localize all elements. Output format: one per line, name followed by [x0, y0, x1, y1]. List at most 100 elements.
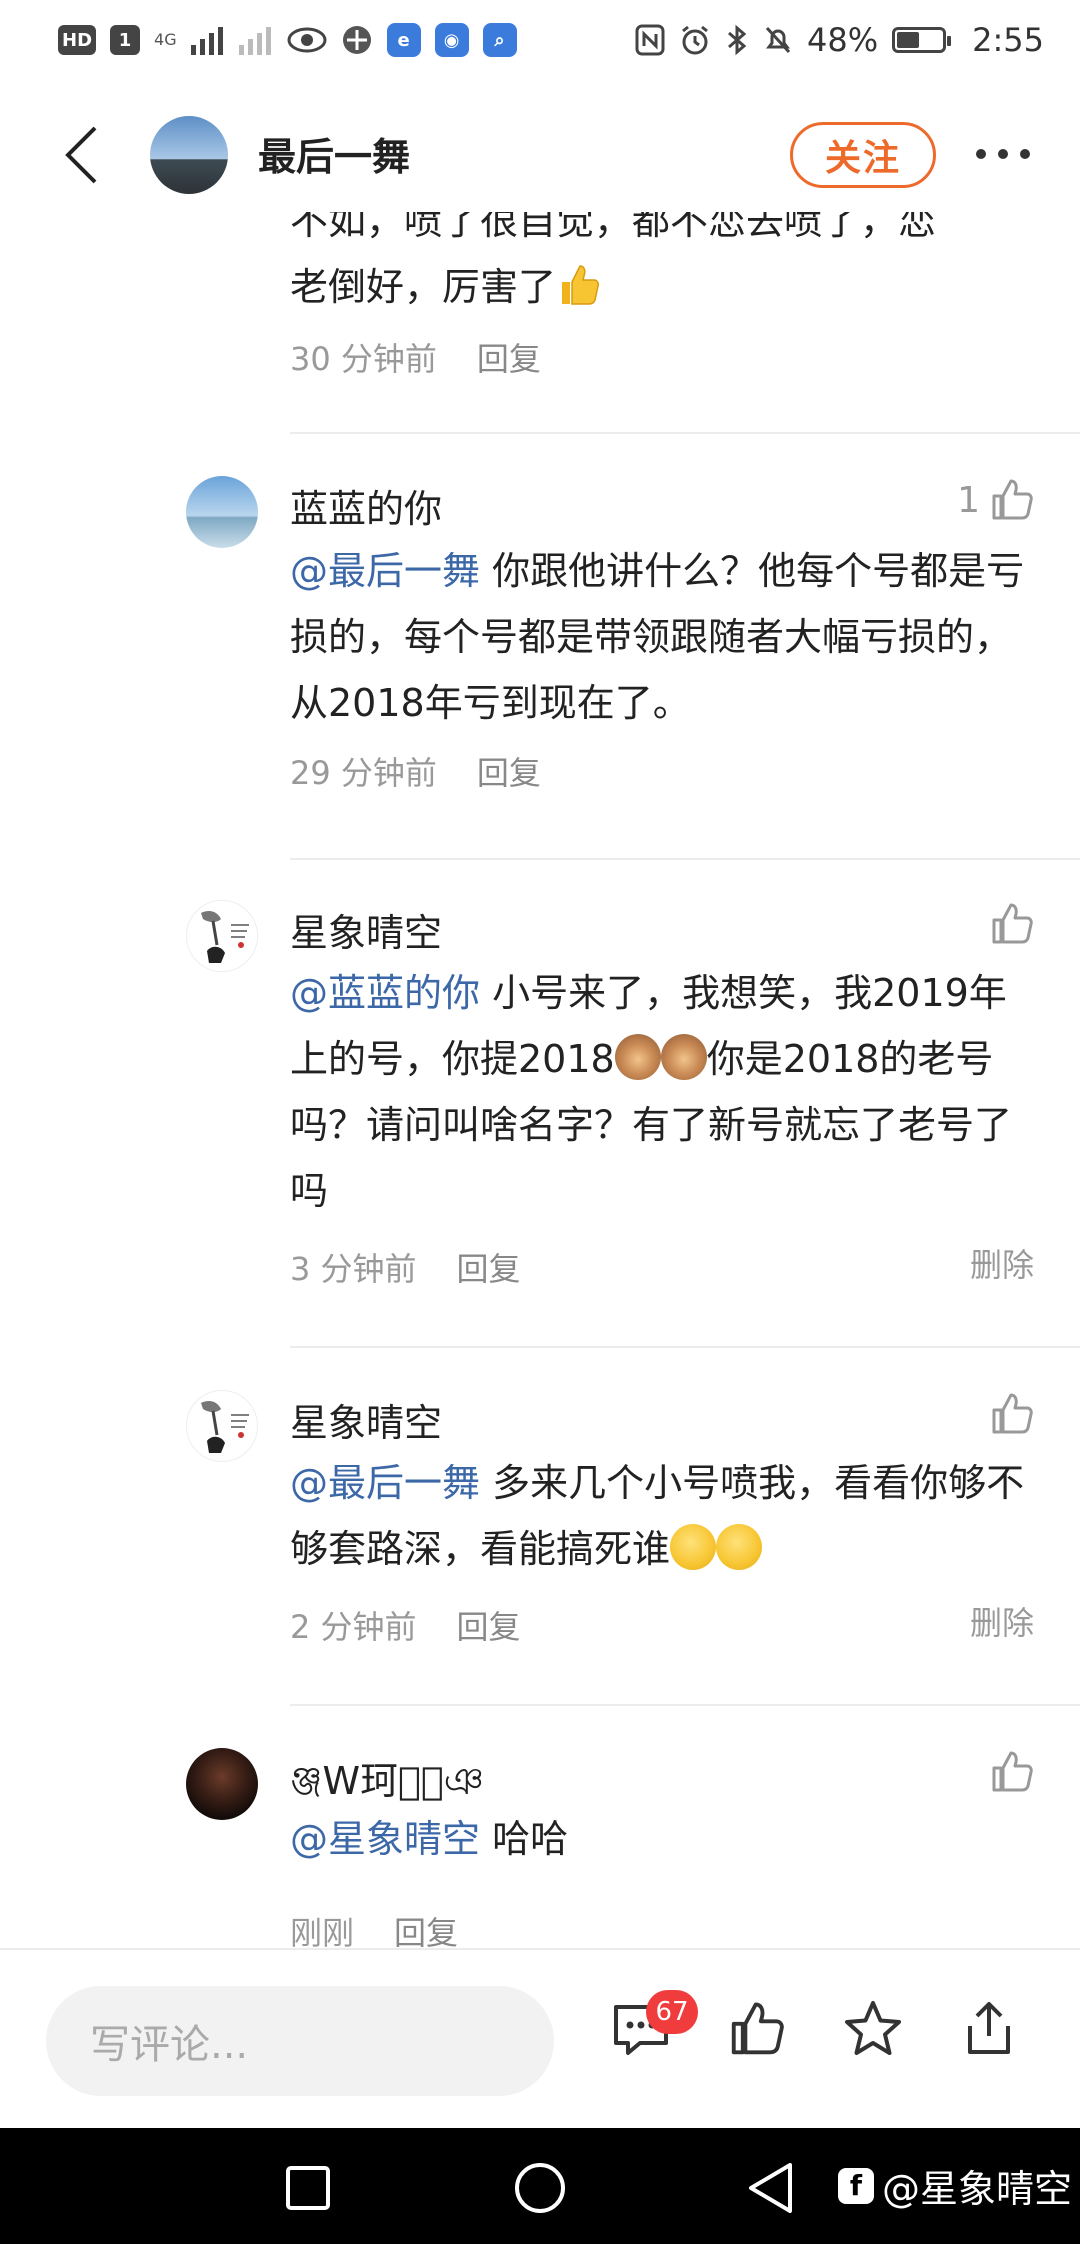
page-header: 最后一舞 关注 [0, 100, 1080, 210]
divider [290, 1346, 1080, 1348]
comment-meta: 刚刚 回复 [290, 1908, 458, 1948]
partial-comment-line2: 老倒好，厉害了 [290, 265, 557, 309]
share-button[interactable] [956, 1996, 1022, 2062]
commenter-name[interactable]: 蓝蓝的你 [290, 478, 442, 533]
battery-icon [892, 27, 952, 53]
follow-button[interactable]: 关注 [790, 122, 936, 188]
comment-body: 哈哈 [480, 1817, 569, 1861]
comment-count-badge: 67 [646, 1990, 698, 2034]
mention-link[interactable]: @最后一舞 [290, 549, 480, 593]
comment-input[interactable]: 写评论... [46, 1986, 554, 2096]
bulb-app-icon: ◉ [434, 23, 469, 57]
thumbs-up-icon [992, 1751, 1033, 1792]
watermark-text: @星象晴空 [882, 2167, 1073, 2211]
comment-meta: 29 分钟前 回复 [290, 748, 541, 794]
like-count: 1 [957, 479, 980, 521]
back-nav-button[interactable] [740, 2158, 800, 2218]
reply-button[interactable]: 回复 [477, 748, 541, 794]
app-icon [342, 26, 371, 54]
slight-smile-emoji-icon [670, 1524, 717, 1570]
mute-icon [765, 26, 791, 54]
mention-link[interactable]: @星象晴空 [290, 1817, 480, 1861]
slight-smile-emoji-icon [716, 1524, 763, 1570]
see-no-evil-monkey-emoji-icon [614, 1034, 661, 1080]
nfc-icon [635, 24, 665, 56]
browser-app-icon: e [386, 23, 421, 57]
divider [290, 432, 1080, 434]
battery-percent: 48% [807, 21, 879, 59]
comment-time: 29 分钟前 [290, 754, 437, 792]
delete-button[interactable]: 删除 [970, 1598, 1034, 1644]
reply-button[interactable]: 回复 [457, 1244, 521, 1290]
comment-meta: 2 分钟前 回复 [290, 1602, 521, 1648]
comment-feed: 不如，喷了很自觉，都不恋去喷了，恋 老倒好，厉害了 30 分钟前 回复 蓝蓝的你… [0, 210, 1080, 1948]
comment-text: @蓝蓝的你 小号来了，我想笑，我2019年上的号，你提2018 你是2018的老号… [290, 960, 1030, 1224]
comment-text: @最后一舞 你跟他讲什么？他每个号都是亏损的，每个号都是带领跟随者大幅亏损的，从… [290, 538, 1030, 736]
delete-button[interactable]: 删除 [970, 1240, 1034, 1286]
share-icon [968, 2002, 1010, 2054]
like-button[interactable] [988, 900, 1036, 948]
chevron-left-icon [65, 126, 97, 184]
reply-button[interactable]: 回复 [394, 1908, 458, 1948]
thumbs-up-icon [992, 1393, 1033, 1434]
ink-painting-avatar-icon [201, 911, 249, 963]
partial-comment-meta: 30 分钟前 回复 [290, 334, 541, 380]
hd-icon: HD [58, 25, 97, 55]
status-bar: HD 1 4G e ◉ ⌕ 48% 2:55 [0, 0, 1080, 80]
recents-button[interactable] [278, 2158, 338, 2218]
commenter-avatar[interactable] [186, 1390, 258, 1462]
divider [290, 858, 1080, 860]
commenter-avatar[interactable] [186, 1748, 258, 1820]
author-avatar[interactable] [150, 116, 228, 194]
app-logo-icon: f [838, 2167, 874, 2204]
thumbs-up-icon [992, 903, 1033, 944]
divider [290, 1704, 1080, 1706]
star-icon [845, 2001, 901, 2055]
reply-button[interactable]: 回复 [477, 334, 541, 380]
like-button[interactable] [988, 1748, 1036, 1796]
commenter-avatar[interactable] [186, 900, 258, 972]
bottom-action-bar: 写评论... 67 [0, 1948, 1080, 2128]
clock: 2:55 [972, 21, 1044, 59]
bluetooth-icon [728, 24, 747, 56]
alarm-icon [682, 25, 708, 55]
mention-link[interactable]: @最后一舞 [290, 1461, 480, 1505]
comment-time: 2 分钟前 [290, 1608, 417, 1646]
search-app-icon: ⌕ [482, 23, 517, 57]
commenter-name[interactable]: 星象晴空 [290, 1392, 442, 1447]
watermark: f @星象晴空 [838, 2158, 1072, 2213]
thumbs-up-icon [992, 479, 1033, 520]
thumbs-up-emoji-icon [562, 265, 600, 305]
comment-text: @最后一舞 多来几个小号喷我，看看你够不够套路深，看能搞死谁 [290, 1450, 1030, 1582]
mention-link[interactable]: @蓝蓝的你 [290, 971, 480, 1015]
author-name[interactable]: 最后一舞 [258, 126, 410, 181]
network-label: 4G [154, 30, 177, 49]
like-button[interactable] [988, 1390, 1036, 1438]
eye-icon [287, 27, 327, 53]
signal-empty-icon [238, 27, 271, 55]
commenter-name[interactable]: 星象晴空 [290, 902, 442, 957]
comment-text: @星象晴空 哈哈 [290, 1806, 1030, 1872]
thumbs-up-icon [731, 2002, 784, 2055]
home-button[interactable] [510, 2158, 570, 2218]
comment-time: 30 分钟前 [290, 340, 437, 378]
comment-time: 刚刚 [290, 1914, 355, 1948]
like-button[interactable]: 1 [957, 476, 1036, 524]
see-no-evil-monkey-emoji-icon [660, 1034, 707, 1080]
commenter-avatar[interactable] [186, 476, 258, 548]
favorite-button[interactable] [840, 1996, 906, 2062]
square-icon [286, 2166, 330, 2210]
partial-comment-text: 老倒好，厉害了 [290, 254, 1030, 320]
signal-icon [190, 27, 223, 55]
more-options-button[interactable] [968, 134, 1038, 174]
status-right: 48% 2:55 [635, 21, 1044, 59]
partial-comment-cut-line: 不如，喷了很自觉，都不恋去喷了，恋 [290, 210, 937, 243]
system-nav-bar: f @星象晴空 [0, 2128, 1080, 2244]
status-left: HD 1 4G e ◉ ⌕ [58, 23, 517, 57]
sim-icon: 1 [110, 25, 141, 55]
ink-painting-avatar-icon [201, 1401, 249, 1453]
reply-button[interactable]: 回复 [457, 1602, 521, 1648]
like-post-button[interactable] [724, 1996, 790, 2062]
back-button[interactable] [56, 122, 106, 188]
circle-icon [515, 2163, 565, 2213]
